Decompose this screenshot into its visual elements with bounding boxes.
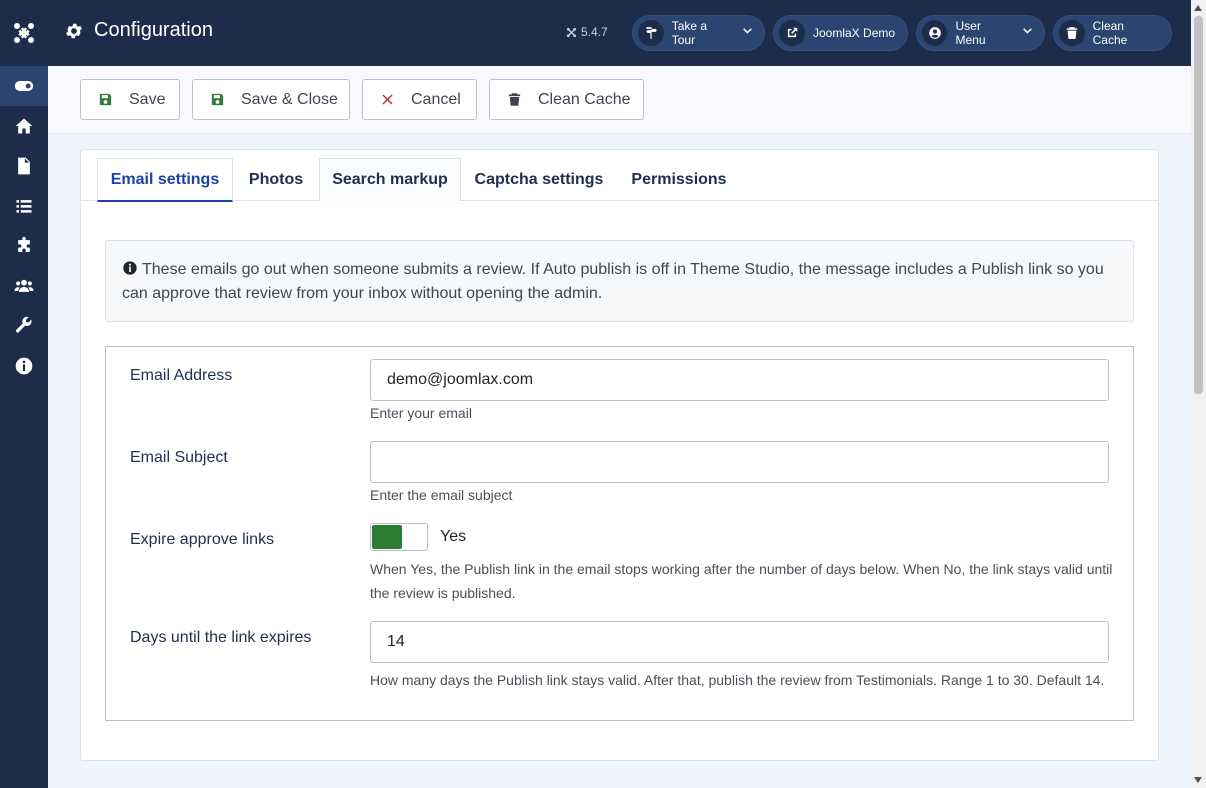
save-close-button[interactable]: Save & Close bbox=[192, 79, 350, 120]
clean-cache-button[interactable]: Clean Cache bbox=[489, 79, 644, 120]
wrench-icon bbox=[15, 316, 32, 333]
cancel-button[interactable]: Cancel bbox=[362, 79, 477, 120]
joomlax-demo-label: JoomlaX Demo bbox=[813, 26, 896, 40]
save-label: Save bbox=[129, 90, 166, 108]
email-address-help: Enter your email bbox=[370, 405, 472, 421]
joomla-small-icon bbox=[566, 27, 577, 37]
info-alert: These emails go out when someone submits… bbox=[105, 240, 1134, 322]
chevron-down-icon bbox=[741, 25, 754, 41]
tab-captcha-settings[interactable]: Captcha settings bbox=[461, 158, 617, 201]
home-icon bbox=[15, 118, 33, 134]
tab-photos[interactable]: Photos bbox=[233, 158, 319, 201]
page-title-text: Configuration bbox=[94, 19, 213, 41]
version-text: 5.4.7 bbox=[581, 25, 608, 39]
tab-search-markup[interactable]: Search markup bbox=[319, 158, 461, 201]
sidebar-item-users[interactable] bbox=[0, 266, 48, 306]
email-subject-help: Enter the email subject bbox=[370, 487, 513, 503]
tab-bar: Email settings Photos Search markup Capt… bbox=[81, 150, 1158, 202]
sidebar-item-system[interactable] bbox=[0, 306, 48, 346]
external-link-icon bbox=[779, 20, 805, 46]
sidebar-item-content[interactable] bbox=[0, 146, 48, 186]
expire-links-toggle[interactable] bbox=[370, 523, 428, 551]
page-title: Configuration bbox=[64, 19, 213, 42]
save-button[interactable]: Save bbox=[80, 79, 180, 120]
header-bar: Configuration 5.4.7 Take a Tour JoomlaX … bbox=[48, 0, 1191, 66]
version-label: 5.4.7 bbox=[566, 25, 608, 39]
toggle-knob bbox=[372, 525, 402, 549]
email-settings-fieldset: Email Address demo@joomlax.com Enter you… bbox=[105, 346, 1134, 721]
email-address-input[interactable]: demo@joomlax.com bbox=[370, 359, 1109, 401]
sidebar-item-components[interactable] bbox=[0, 226, 48, 266]
scroll-up-arrow[interactable] bbox=[1194, 5, 1202, 11]
scroll-down-arrow[interactable] bbox=[1194, 777, 1202, 783]
sidebar-item-menus[interactable] bbox=[0, 186, 48, 226]
close-icon bbox=[382, 94, 392, 105]
signpost-icon bbox=[638, 20, 664, 46]
expire-links-label: Expire approve links bbox=[130, 531, 275, 548]
toolbar: Save Save & Close Cancel Clean Cache bbox=[48, 66, 1191, 134]
list-icon bbox=[16, 200, 32, 213]
users-icon bbox=[14, 279, 34, 292]
joomlax-demo-button[interactable]: JoomlaX Demo bbox=[773, 15, 908, 51]
gear-icon bbox=[66, 23, 82, 38]
page-scrollbar[interactable] bbox=[1191, 0, 1206, 788]
save-icon bbox=[99, 93, 111, 106]
file-icon bbox=[18, 157, 30, 175]
user-menu-label: User Menu bbox=[955, 19, 986, 47]
chevron-down-icon bbox=[1021, 25, 1034, 41]
expire-links-value: Yes bbox=[440, 528, 467, 545]
user-circle-icon bbox=[922, 20, 948, 46]
email-address-label: Email Address bbox=[130, 367, 233, 384]
days-expire-label: Days until the link expires bbox=[130, 629, 312, 646]
trash-icon bbox=[508, 93, 520, 106]
joomla-logo-icon[interactable] bbox=[0, 0, 48, 66]
sidebar-item-toggle[interactable] bbox=[0, 66, 48, 106]
expire-links-help: When Yes, the Publish link in the email … bbox=[370, 561, 1113, 601]
header-clean-cache-button[interactable]: Clean Cache bbox=[1053, 15, 1172, 51]
header-clean-cache-label: Clean Cache bbox=[1092, 19, 1128, 47]
scroll-thumb[interactable] bbox=[1194, 16, 1203, 394]
tab-email-settings[interactable]: Email settings bbox=[97, 158, 233, 202]
sidebar bbox=[0, 0, 48, 788]
sidebar-item-help[interactable] bbox=[0, 346, 48, 386]
sidebar-item-home[interactable] bbox=[0, 106, 48, 146]
cancel-label: Cancel bbox=[411, 90, 461, 108]
info-icon bbox=[15, 357, 33, 375]
toggle-icon bbox=[14, 81, 34, 91]
email-subject-input[interactable] bbox=[370, 441, 1109, 483]
days-expire-help: How many days the Publish link stays val… bbox=[370, 672, 1105, 688]
save-close-label: Save & Close bbox=[241, 90, 338, 108]
days-expire-input[interactable]: 14 bbox=[370, 621, 1109, 663]
user-menu-button[interactable]: User Menu bbox=[916, 15, 1045, 51]
email-subject-label: Email Subject bbox=[130, 449, 228, 466]
trash-icon bbox=[1059, 20, 1085, 46]
clean-cache-label: Clean Cache bbox=[538, 90, 631, 108]
config-card: Email settings Photos Search markup Capt… bbox=[80, 149, 1159, 761]
save-icon bbox=[211, 93, 223, 106]
puzzle-icon bbox=[18, 236, 30, 252]
tab-permissions[interactable]: Permissions bbox=[617, 158, 741, 201]
take-a-tour-label: Take a Tour bbox=[671, 19, 708, 47]
take-a-tour-button[interactable]: Take a Tour bbox=[632, 15, 765, 51]
info-icon bbox=[123, 261, 137, 275]
info-alert-text: These emails go out when someone submits… bbox=[122, 261, 1104, 302]
